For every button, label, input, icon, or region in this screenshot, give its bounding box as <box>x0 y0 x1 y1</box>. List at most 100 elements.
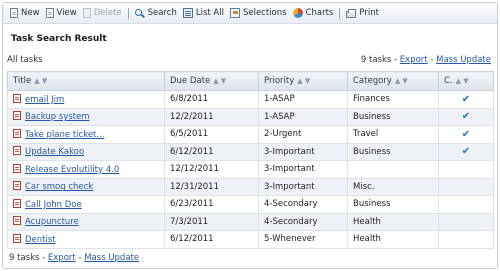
task-table: Title ▲ ▼ Due Date ▲ ▼ Priority ▲ ▼ Categor… <box>7 71 494 249</box>
priority-cell: 1-ASAP <box>258 90 348 109</box>
due-date-cell: 6/12/2011 <box>164 142 259 161</box>
new-label: New <box>21 8 40 18</box>
printer-icon <box>346 8 357 18</box>
title-cell: email Jim <box>7 90 165 109</box>
category-cell: Health <box>347 212 439 231</box>
task-title-link[interactable]: Update Kakoo <box>25 147 84 157</box>
view-document-icon <box>45 8 54 18</box>
table-row: Car smog check 12/31/2011 3-Important Mi… <box>7 177 494 196</box>
task-title-link[interactable]: Car smog check <box>25 182 93 192</box>
category-cell <box>347 160 439 179</box>
category-cell: Misc. <box>347 177 439 196</box>
task-icon <box>13 128 21 138</box>
due-date-cell: 12/31/2011 <box>164 177 259 196</box>
mass-update-link[interactable]: Mass Update <box>84 253 139 263</box>
view-label: View <box>56 8 77 18</box>
print-button[interactable]: Print <box>343 8 382 18</box>
new-document-icon <box>10 8 18 18</box>
sort-arrows-icon[interactable]: ▲ ▼ <box>213 77 226 85</box>
column-header-completed[interactable]: C. ▲ ▼ <box>438 71 494 91</box>
checkmark-icon: ✔ <box>461 111 471 123</box>
priority-cell: 3-Important <box>258 160 348 179</box>
task-title-link[interactable]: email Jim <box>25 95 64 105</box>
title-cell: Dentist <box>7 230 165 249</box>
table-row: Release Evolutility 4.0 12/12/2011 3-Imp… <box>7 160 494 179</box>
table-row: Call John Doe 6/23/2011 4-Secondary Busi… <box>7 195 494 214</box>
filter-label: All tasks <box>7 55 43 65</box>
charts-button[interactable]: Charts <box>290 8 337 18</box>
task-title-link[interactable]: Release Evolutility 4.0 <box>25 165 119 175</box>
task-icon <box>13 233 21 243</box>
link-separator: - <box>427 55 437 65</box>
sort-arrows-icon[interactable]: ▲ ▼ <box>297 77 310 85</box>
due-date-cell: 6/8/2011 <box>164 90 259 109</box>
task-icon <box>13 93 21 103</box>
task-icon <box>13 111 21 121</box>
category-cell: Health <box>347 230 439 249</box>
column-header-category[interactable]: Category ▲ ▼ <box>347 71 439 91</box>
task-title-link[interactable]: Call John Doe <box>25 200 82 210</box>
priority-cell: 3-Important <box>258 177 348 196</box>
priority-cell: 4-Secondary <box>258 212 348 231</box>
table-row: email Jim 6/8/2011 1-ASAP Finances ✔ <box>7 90 494 109</box>
task-icon <box>13 216 21 226</box>
column-priority-label: Priority <box>264 76 295 86</box>
checkmark-icon: ✔ <box>461 93 471 105</box>
completed-cell <box>438 230 494 249</box>
title-cell: Car smog check <box>7 177 165 196</box>
search-label: Search <box>147 8 177 18</box>
completed-cell: ✔ <box>438 90 494 109</box>
task-title-link[interactable]: Take plane ticket... <box>25 130 104 140</box>
view-button[interactable]: View <box>43 8 80 18</box>
completed-cell: ✔ <box>438 142 494 161</box>
page-title: Task Search Result <box>11 34 107 44</box>
table-row: Acupuncture 7/3/2011 4-Secondary Health <box>7 212 494 231</box>
checkmark-icon: ✔ <box>461 128 471 140</box>
export-link[interactable]: Export <box>400 55 428 65</box>
table-row: Backup system 12/2/2011 1-ASAP Business … <box>7 107 494 126</box>
column-title-label: Title <box>13 76 32 86</box>
toolbar-separator <box>339 7 341 19</box>
task-title-link[interactable]: Backup system <box>25 112 90 122</box>
due-date-cell: 6/12/2011 <box>164 230 259 249</box>
mass-update-link[interactable]: Mass Update <box>436 55 491 65</box>
due-date-cell: 12/12/2011 <box>164 160 259 179</box>
completed-cell <box>438 212 494 231</box>
task-title-link[interactable]: Acupuncture <box>25 217 79 227</box>
column-due-date-label: Due Date <box>170 76 211 86</box>
sort-arrows-icon[interactable]: ▲ ▼ <box>395 77 408 85</box>
title-cell: Take plane ticket... <box>7 125 165 144</box>
task-icon <box>13 181 21 191</box>
list-all-button[interactable]: List All <box>180 8 227 18</box>
priority-cell: 4-Secondary <box>258 195 348 214</box>
sort-arrows-icon[interactable]: ▲ ▼ <box>34 77 47 85</box>
category-cell: Business <box>347 142 439 161</box>
delete-icon <box>82 8 91 18</box>
toolbar: New View Delete Search List All Selectio… <box>3 3 497 24</box>
result-summary-top: 9 tasks - Export - Mass Update <box>361 55 491 65</box>
column-header-priority[interactable]: Priority ▲ ▼ <box>258 71 348 91</box>
task-search-panel: New View Delete Search List All Selectio… <box>2 2 498 269</box>
due-date-cell: 12/2/2011 <box>164 107 259 126</box>
priority-cell: 2-Urgent <box>258 125 348 144</box>
column-header-due-date[interactable]: Due Date ▲ ▼ <box>164 71 259 91</box>
task-icon <box>13 146 21 156</box>
task-title-link[interactable]: Dentist <box>25 235 56 245</box>
sort-arrows-icon[interactable]: ▲ ▼ <box>456 77 469 85</box>
search-button[interactable]: Search <box>132 8 180 18</box>
new-button[interactable]: New <box>7 8 43 18</box>
completed-cell <box>438 195 494 214</box>
table-row: Take plane ticket... 6/5/2011 2-Urgent T… <box>7 125 494 144</box>
column-header-title[interactable]: Title ▲ ▼ <box>7 71 165 91</box>
task-count: 9 tasks - <box>9 253 48 263</box>
selections-button[interactable]: Selections <box>227 8 290 18</box>
completed-cell: ✔ <box>438 125 494 144</box>
export-link[interactable]: Export <box>48 253 76 263</box>
column-category-label: Category <box>353 76 392 86</box>
completed-cell <box>438 160 494 179</box>
column-completed-label: C. <box>444 76 453 86</box>
delete-button[interactable]: Delete <box>80 8 125 18</box>
search-icon <box>134 8 142 16</box>
title-cell: Acupuncture <box>7 212 165 231</box>
delete-label: Delete <box>93 8 122 18</box>
